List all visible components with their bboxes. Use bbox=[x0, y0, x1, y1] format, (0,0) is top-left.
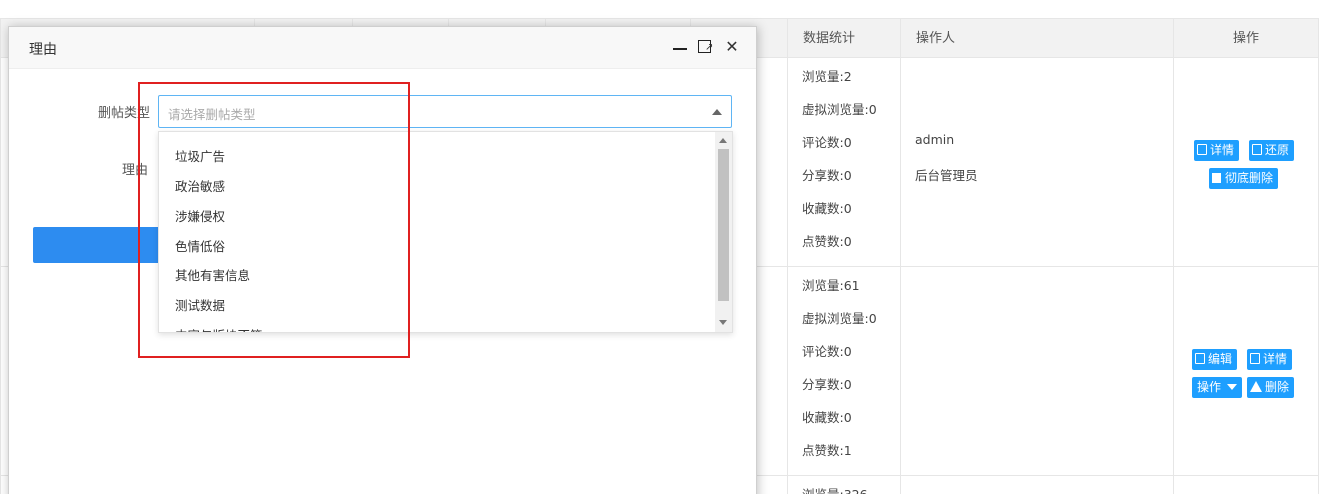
scroll-up-arrow-icon[interactable] bbox=[719, 138, 727, 143]
row2-stat-views: 浏览量:61 bbox=[802, 278, 860, 293]
row2-ops-dropdown-button[interactable]: 操作 bbox=[1192, 377, 1243, 398]
annotation-highlight-box bbox=[138, 82, 410, 358]
caret-up-icon bbox=[712, 109, 722, 115]
scroll-down-arrow-icon[interactable] bbox=[719, 320, 727, 325]
row3-stat-views: 浏览量:326 bbox=[802, 484, 868, 494]
warning-icon bbox=[1250, 381, 1262, 392]
header-operator: 操作人 bbox=[916, 31, 956, 46]
row1-operator-role: 后台管理员 bbox=[915, 168, 978, 183]
row1-stat-comments: 评论数:0 bbox=[802, 135, 852, 150]
row1-detail-button[interactable]: 详情 bbox=[1194, 140, 1240, 161]
row2-detail-button[interactable]: 详情 bbox=[1247, 349, 1293, 370]
row2-edit-button[interactable]: 编辑 bbox=[1192, 349, 1238, 370]
top-strip bbox=[0, 0, 1342, 18]
page-scroll-area[interactable] bbox=[1318, 18, 1342, 494]
row1-purge-button[interactable]: 彻底删除 bbox=[1209, 168, 1279, 189]
row1-stat-virtual-views: 虚拟浏览量:0 bbox=[802, 102, 877, 117]
header-actions: 操作 bbox=[1233, 31, 1260, 46]
minimize-button[interactable] bbox=[670, 37, 690, 57]
row1-stat-shares: 分享数:0 bbox=[802, 168, 852, 183]
copy-icon bbox=[1197, 144, 1207, 155]
row2-stat-likes: 点赞数:1 bbox=[802, 443, 852, 458]
row1-restore-label: 还原 bbox=[1265, 143, 1290, 157]
copy-icon bbox=[1252, 144, 1262, 155]
dropdown-scrollbar[interactable] bbox=[715, 132, 732, 332]
dialog-header: 理由 ↗ ✕ bbox=[9, 27, 756, 69]
col-divider bbox=[900, 18, 901, 494]
col-divider bbox=[1173, 18, 1174, 494]
row2-stat-comments: 评论数:0 bbox=[802, 344, 852, 359]
row2-delete-button[interactable]: 删除 bbox=[1247, 377, 1295, 398]
col-divider bbox=[787, 18, 788, 494]
row1-restore-button[interactable]: 还原 bbox=[1249, 140, 1295, 161]
row1-stat-views: 浏览量:2 bbox=[802, 69, 852, 84]
row1-purge-label: 彻底删除 bbox=[1225, 171, 1274, 185]
trash-icon bbox=[1212, 173, 1221, 183]
row2-ops-label: 操作 bbox=[1197, 380, 1222, 394]
row2-stat-virtual-views: 虚拟浏览量:0 bbox=[802, 311, 877, 326]
dialog-title: 理由 bbox=[29, 42, 57, 58]
maximize-button[interactable]: ↗ bbox=[695, 37, 715, 57]
row2-stat-shares: 分享数:0 bbox=[802, 377, 852, 392]
row1-stat-likes: 点赞数:0 bbox=[802, 234, 852, 249]
caret-down-icon bbox=[1227, 384, 1238, 390]
row2-delete-label: 删除 bbox=[1265, 380, 1290, 394]
close-icon: ✕ bbox=[725, 37, 739, 56]
copy-icon bbox=[1250, 353, 1260, 364]
scroll-thumb[interactable] bbox=[718, 149, 729, 301]
row1-stat-favorites: 收藏数:0 bbox=[802, 201, 852, 216]
row2-detail-label: 详情 bbox=[1263, 352, 1288, 366]
row2-edit-label: 编辑 bbox=[1208, 352, 1233, 366]
header-stats: 数据统计 bbox=[803, 31, 856, 46]
row2-stat-favorites: 收藏数:0 bbox=[802, 410, 852, 425]
maximize-icon: ↗ bbox=[698, 40, 713, 53]
close-button[interactable]: ✕ bbox=[722, 37, 742, 57]
row1-operator-name: admin bbox=[915, 132, 955, 147]
row1-detail-label: 详情 bbox=[1210, 143, 1235, 157]
minimize-icon bbox=[673, 48, 687, 50]
copy-icon bbox=[1195, 353, 1205, 364]
